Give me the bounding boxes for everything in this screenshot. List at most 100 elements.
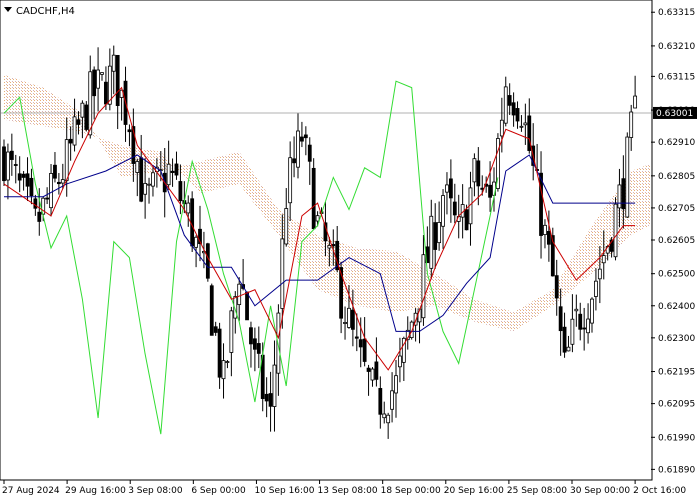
candle-body-bear	[358, 339, 363, 348]
price-tag: 0.63001	[653, 106, 697, 119]
candle-body-bull	[382, 413, 387, 419]
candle-body-bear	[464, 209, 469, 231]
candle	[209, 283, 214, 336]
candle-body-bear	[378, 388, 383, 415]
x-tick-label: 20 Sep 16:00	[444, 486, 504, 496]
candle-body-bear	[2, 146, 6, 182]
y-tick-label: 0.62400	[658, 302, 695, 312]
candle-body-bull	[100, 72, 104, 75]
x-tick-label: 2 Oct 16:00	[633, 486, 686, 496]
x-tick-label: 13 Sep 08:00	[318, 486, 378, 496]
candle	[311, 158, 316, 230]
x-tick-label: 6 Sep 00:00	[191, 486, 246, 496]
candle-body-bull	[135, 161, 140, 173]
y-tick-label: 0.62500	[658, 270, 695, 280]
candle-body-bull	[574, 308, 579, 312]
candle-body-bear	[433, 222, 438, 250]
y-tick-label: 0.62605	[658, 236, 695, 246]
candle	[625, 132, 630, 219]
candle	[613, 197, 618, 261]
candle-body-bear	[578, 313, 583, 330]
candle-body-bear	[139, 157, 144, 202]
candle-body-bull	[633, 95, 638, 109]
candle-body-bear	[21, 173, 26, 178]
candle-body-bear	[256, 343, 261, 354]
y-tick-label: 0.63115	[658, 72, 695, 82]
candle-body-bull	[64, 139, 69, 181]
candle-body-bull	[272, 364, 277, 407]
candle-body-bull	[111, 54, 116, 72]
candle-body-bull	[237, 283, 242, 306]
y-tick-label: 0.62805	[658, 172, 695, 182]
candle-body-bear	[539, 172, 543, 236]
symbol-label: CADCHF,H4	[16, 6, 75, 17]
candle-body-bull	[390, 390, 394, 410]
candle-body-bull	[445, 184, 449, 193]
candle-body-bear	[178, 181, 183, 202]
candle-body-bull	[229, 310, 234, 353]
candle-body-bull	[617, 184, 622, 209]
candle-body-bear	[37, 211, 42, 222]
candle-body-bear	[350, 309, 355, 330]
candle-body-bull	[523, 122, 528, 126]
candle-body-bear	[303, 134, 308, 139]
candle-body-bull	[88, 71, 93, 136]
candle-body-bear	[252, 338, 257, 350]
candle-body-bear	[205, 243, 210, 279]
y-tick-label: 0.62095	[658, 400, 695, 410]
candle-body-bear	[33, 198, 38, 209]
candle-body-bull	[49, 173, 53, 209]
candle-body-bear	[217, 328, 222, 378]
candle	[84, 101, 89, 132]
candle-body-bull	[80, 102, 85, 118]
candle-body-bear	[515, 108, 520, 122]
candle-body-bear	[311, 167, 316, 230]
candle-body-bull	[143, 183, 148, 195]
candle-body-bull	[276, 312, 281, 374]
x-tick-label: 10 Sep 16:00	[254, 486, 314, 496]
candle-body-bull	[586, 318, 590, 334]
candle-body-bull	[503, 86, 508, 124]
candle-body-bear	[292, 158, 296, 164]
candle-body-bear	[307, 144, 312, 162]
candle-body-bull	[288, 157, 293, 204]
candle-body-bear	[554, 275, 559, 299]
candle-body-bull	[60, 179, 65, 184]
candle-body-bull	[221, 360, 226, 380]
candle-body-bear	[45, 197, 50, 200]
candle-body-bear	[68, 138, 73, 144]
candle-body-bear	[13, 164, 18, 166]
candle-body-bear	[300, 136, 304, 142]
candle-body-bull	[327, 244, 332, 249]
candle-body-bear	[507, 95, 512, 106]
candle-body-bear	[374, 361, 379, 380]
candle-body-bear	[29, 177, 34, 196]
candle-body-bull	[472, 158, 477, 183]
candle-body-bull	[186, 202, 191, 214]
candle-body-bear	[209, 285, 214, 336]
candle-body-bear	[127, 129, 132, 133]
x-tick-label: 25 Sep 08:00	[507, 486, 567, 496]
candle-body-bull	[597, 268, 602, 280]
candle-body-bull	[72, 116, 77, 146]
candle-body-bull	[570, 318, 575, 345]
candle-body-bull	[96, 69, 100, 89]
x-tick-label: 29 Aug 16:00	[65, 486, 126, 496]
candle-body-bear	[448, 178, 453, 199]
candle	[245, 291, 249, 321]
candle-body-bull	[398, 355, 402, 368]
candle-body-bear	[264, 393, 269, 402]
candle-body-bull	[625, 136, 630, 218]
candle-body-bear	[115, 54, 120, 107]
candle-body-bull	[386, 414, 391, 424]
candle-body-bear	[213, 326, 218, 333]
candle-body-bull	[315, 215, 320, 222]
y-tick-label: 0.61990	[658, 433, 695, 443]
candle-body-bear	[25, 173, 30, 187]
candle-body-bull	[613, 203, 618, 258]
candle-body-bull	[594, 280, 598, 297]
candle-body-bull	[429, 215, 434, 269]
candle-body-bull	[566, 346, 571, 352]
candle-body-bull	[107, 65, 112, 105]
candle-body-bull	[543, 224, 547, 236]
